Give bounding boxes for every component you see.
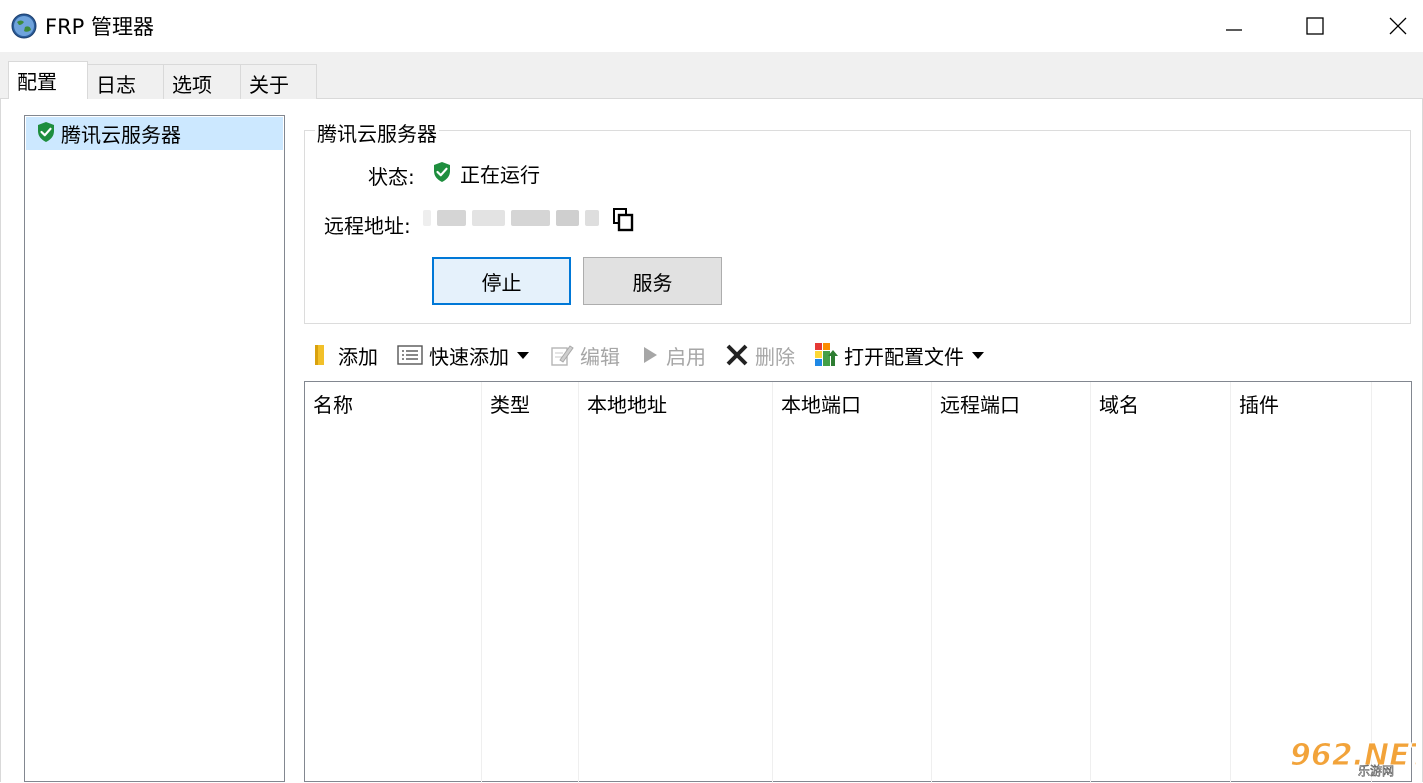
chevron-down-icon [972,351,984,359]
minimize-button[interactable] [1211,8,1257,44]
enable-button[interactable]: 启用 [640,339,706,371]
open-file-icon [814,342,838,368]
list-icon [397,344,423,366]
proxy-table[interactable]: 名称 类型 本地地址 本地端口 远程端口 域名 插件 [304,381,1412,783]
window-title: FRP 管理器 [45,15,155,39]
add-button[interactable]: 添加 [312,339,378,371]
column-header-remote-port[interactable]: 远程端口 [932,382,1091,783]
column-header-name[interactable]: 名称 [305,382,482,783]
play-icon [640,344,660,366]
quick-add-button[interactable]: 快速添加 [397,339,529,371]
config-panel: 腾讯云服务器 腾讯云服务器 状态: 正在运行 远程地址: 停止 服务 添加 快速… [0,99,1423,783]
status-value: 正在运行 [460,163,540,187]
copy-icon[interactable] [613,208,635,236]
remote-address-label: 远程地址: [324,214,411,238]
maximize-icon [1306,17,1324,35]
shield-check-icon [432,161,452,187]
server-list[interactable]: 腾讯云服务器 [24,115,285,782]
column-header-local-address[interactable]: 本地地址 [579,382,773,783]
site-watermark: 962.NET 乐游网 [1288,735,1423,779]
tab-config[interactable]: 配置 [8,61,88,100]
svg-text:962.NET: 962.NET [1290,738,1416,773]
chevron-down-icon [517,351,529,359]
stop-button[interactable]: 停止 [432,257,571,305]
tab-about[interactable]: 关于 [240,64,317,99]
title-bar: FRP 管理器 [0,0,1423,52]
app-globe-icon [11,13,37,39]
remote-address-blurred [423,209,605,227]
tab-strip: 配置 日志 选项 关于 [0,52,1423,100]
delete-button[interactable]: 删除 [725,339,795,371]
status-indicator: 正在运行 [432,159,540,188]
delete-x-icon [725,344,749,366]
maximize-button[interactable] [1292,8,1338,44]
edit-button[interactable]: 编辑 [550,339,620,371]
tab-log[interactable]: 日志 [87,64,164,99]
proxy-toolbar: 添加 快速添加 编辑 启用 删除 打开配置文件 [304,339,1411,371]
svg-text:乐游网: 乐游网 [1358,764,1394,777]
status-label: 状态: [368,165,415,189]
column-header-domain[interactable]: 域名 [1091,382,1231,783]
column-header-local-port[interactable]: 本地端口 [773,382,932,783]
tab-options[interactable]: 选项 [163,64,241,99]
group-title: 腾讯云服务器 [315,118,439,147]
column-header-type[interactable]: 类型 [482,382,579,783]
server-name: 腾讯云服务器 [61,123,181,147]
edit-icon [550,343,574,367]
shield-check-icon [36,121,56,147]
close-button[interactable] [1375,8,1421,44]
column-header-plugin[interactable]: 插件 [1231,382,1372,783]
minimize-icon [1226,29,1242,31]
close-icon [1389,17,1407,35]
server-list-item[interactable]: 腾讯云服务器 [26,117,283,150]
service-button[interactable]: 服务 [583,257,722,305]
open-config-file-button[interactable]: 打开配置文件 [814,339,984,371]
folder-add-icon [312,343,332,367]
